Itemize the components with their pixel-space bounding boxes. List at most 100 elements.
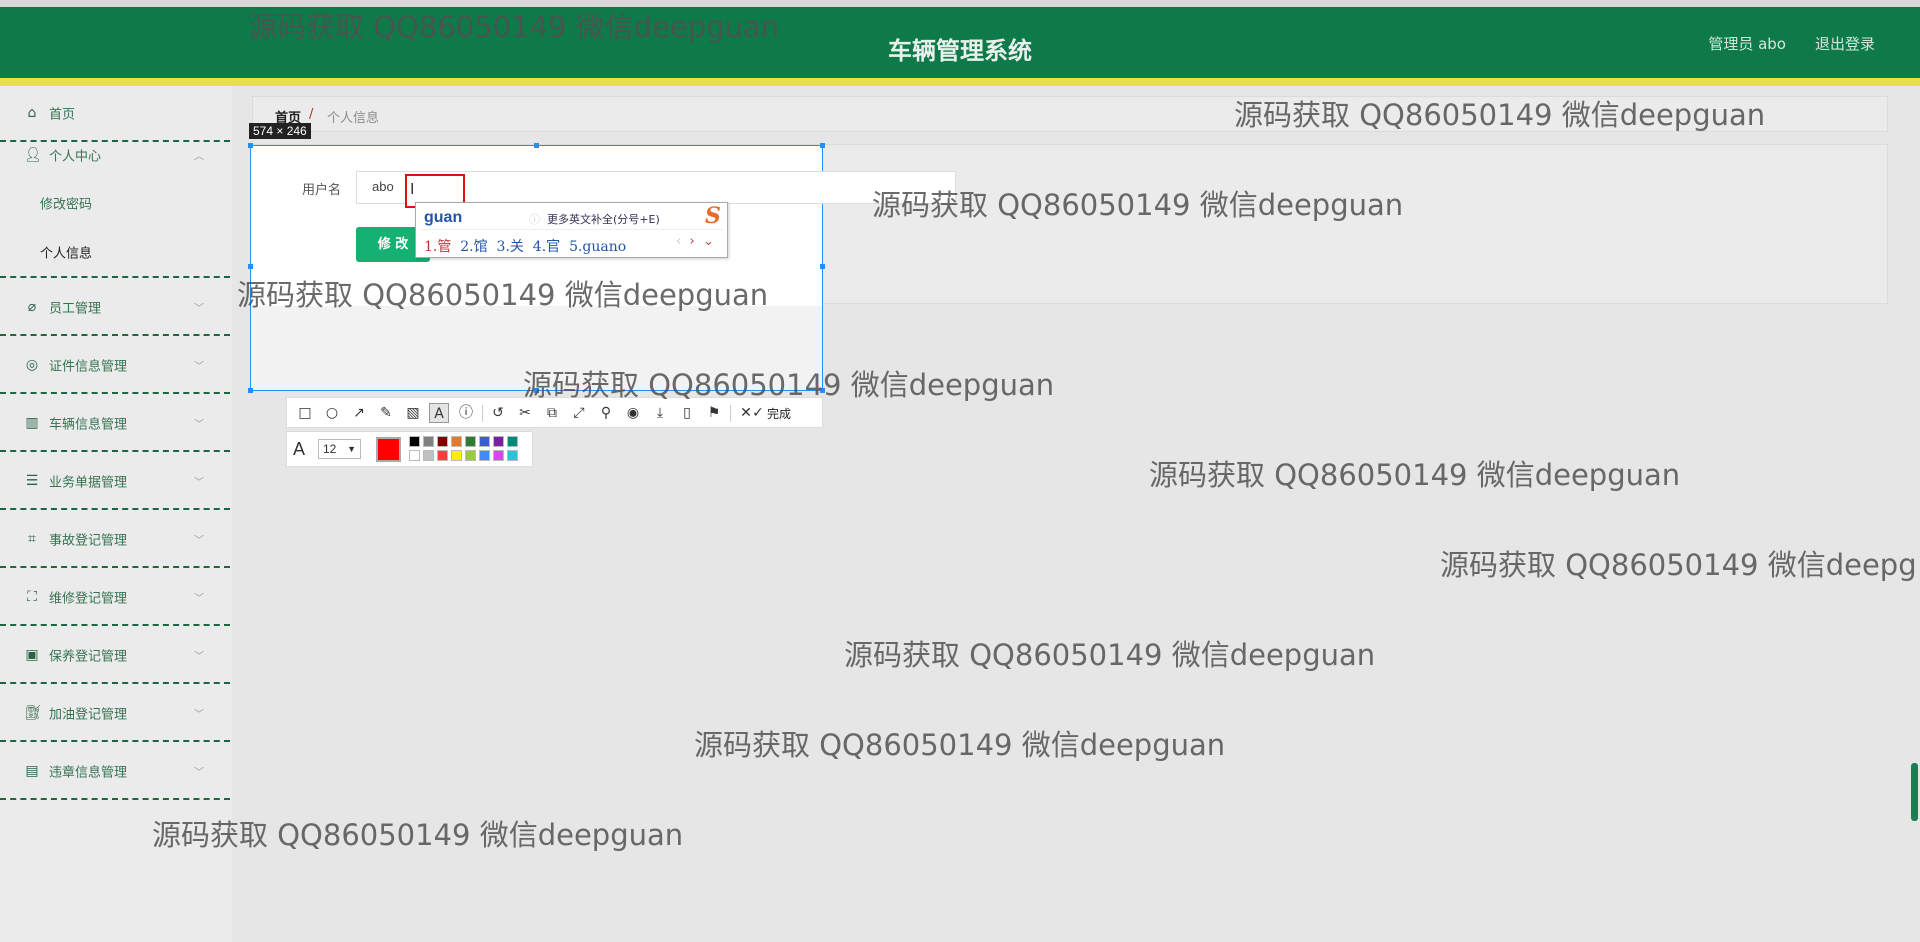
snip-toolbar: □ ○ ↗ ✎ ▧ A ⓘ ↺ ✂ ⧉ ⤢ ⚲ ◉ ⤓ ▯ ⚑ ✕ ✓ 完成: [286, 397, 823, 428]
breadcrumb: 首页 / 个人信息: [252, 96, 1888, 132]
save-icon[interactable]: ⤓: [650, 403, 670, 423]
color-swatch[interactable]: [479, 450, 490, 461]
done-button[interactable]: 完成: [767, 405, 791, 422]
list-icon: ☰: [25, 473, 39, 489]
expand-candidates-icon[interactable]: ⌄: [703, 234, 714, 249]
resize-handle-b[interactable]: [534, 388, 539, 393]
color-swatch[interactable]: [451, 450, 462, 461]
font-size-select[interactable]: 12 ▼: [318, 439, 361, 459]
record-icon[interactable]: ◉: [623, 403, 643, 423]
ime-candidate[interactable]: 5.guano: [569, 239, 626, 255]
color-swatch[interactable]: [451, 436, 462, 447]
ime-candidates: 1.管 2.馆 3.关 4.官 5.guano: [424, 236, 626, 256]
ime-candidate[interactable]: 3.关: [497, 239, 524, 255]
color-swatch[interactable]: [409, 436, 420, 447]
report-icon: ▤: [25, 763, 39, 779]
info-icon: ⓘ: [529, 214, 540, 226]
arrow-tool-icon[interactable]: ↗: [349, 403, 369, 423]
chevron-up-icon: ︿: [194, 151, 204, 163]
sidebar-item-documents[interactable]: ☰ 业务单据管理 ﹀: [0, 454, 230, 510]
sidebar-subitem-personal-info[interactable]: 个人信息: [0, 228, 230, 278]
username-label: 用户名: [302, 183, 342, 198]
sidebar-item-maintenance[interactable]: ▣ 保养登记管理 ﹀: [0, 628, 230, 684]
resize-handle-t[interactable]: [534, 143, 539, 148]
undo-icon[interactable]: ↺: [488, 403, 508, 423]
check-icon: ✓: [752, 405, 764, 421]
toolbar-separator: [730, 405, 731, 422]
resize-handle-br[interactable]: [820, 388, 825, 393]
font-size-value: 12: [323, 442, 337, 456]
sidebar-item-fuel[interactable]: ⛽︎ 加油登记管理 ﹀: [0, 686, 230, 742]
sidebar-item-repairs[interactable]: ⛶ 维修登记管理 ﹀: [0, 570, 230, 626]
color-swatch[interactable]: [465, 436, 476, 447]
sidebar-item-accidents[interactable]: ⌗ 事故登记管理 ﹀: [0, 512, 230, 568]
pen-tool-icon[interactable]: ✎: [376, 403, 396, 423]
app-title: 车辆管理系统: [888, 37, 1032, 65]
sidebar-item-label: 首页: [49, 107, 76, 123]
color-swatch[interactable]: [507, 450, 518, 461]
pin-icon[interactable]: ⚲: [596, 403, 616, 423]
color-swatch[interactable]: [437, 450, 448, 461]
ime-candidate[interactable]: 4.官: [533, 239, 560, 255]
ellipse-tool-icon[interactable]: ○: [322, 403, 342, 423]
bookmark-icon[interactable]: ⚑: [704, 403, 724, 423]
color-swatch[interactable]: [479, 436, 490, 447]
color-swatch[interactable]: [409, 450, 420, 461]
next-page-icon[interactable]: ›: [689, 234, 694, 249]
sidebar-item-label: 个人中心: [49, 149, 102, 165]
scrollbar-thumb[interactable]: [1911, 763, 1918, 821]
color-swatch[interactable]: [437, 436, 448, 447]
color-swatch[interactable]: [507, 436, 518, 447]
chevron-down-icon: ﹀: [194, 709, 204, 721]
font-icon: A: [293, 439, 306, 459]
sidebar-subitem-change-password[interactable]: 修改密码: [0, 178, 230, 228]
sidebar-item-label: 修改密码: [40, 197, 93, 213]
mosaic-tool-icon[interactable]: ▧: [403, 403, 423, 423]
color-swatch[interactable]: [423, 436, 434, 447]
resize-handle-tr[interactable]: [820, 143, 825, 148]
frame-icon: ⛶: [27, 589, 37, 605]
window-top-strip: [0, 0, 1920, 7]
sidebar-item-label: 车辆信息管理: [49, 417, 128, 433]
resize-handle-tl[interactable]: [248, 143, 253, 148]
ime-divider: [420, 229, 723, 230]
color-swatch[interactable]: [465, 450, 476, 461]
sidebar-item-label: 个人信息: [40, 246, 93, 262]
sidebar-item-label: 事故登记管理: [49, 533, 128, 549]
sidebar-item-label: 维修登记管理: [49, 591, 128, 607]
ime-hint[interactable]: 更多英文补全(分号+E): [547, 211, 660, 227]
sidebar-item-certificates[interactable]: ◎ 证件信息管理 ﹀: [0, 338, 230, 394]
number-tool-icon[interactable]: ⓘ: [456, 403, 476, 423]
color-swatch[interactable]: [423, 450, 434, 461]
ocr-icon[interactable]: ⧉: [542, 403, 562, 423]
resize-handle-bl[interactable]: [248, 388, 253, 393]
user-icon: 👤︎: [24, 147, 42, 163]
current-color-swatch[interactable]: [376, 437, 401, 462]
sidebar-item-personal-center[interactable]: 👤︎ 个人中心 ︿: [0, 132, 230, 178]
chevron-down-icon: ﹀: [194, 477, 204, 489]
color-swatch[interactable]: [493, 450, 504, 461]
sidebar-item-label: 员工管理: [49, 301, 102, 317]
ime-candidate[interactable]: 1.管: [424, 239, 451, 255]
prev-page-icon[interactable]: ‹: [676, 234, 681, 249]
sidebar-item-label: 加油登记管理: [49, 707, 128, 723]
chevron-down-icon: ﹀: [194, 361, 204, 373]
device-icon[interactable]: ▯: [677, 403, 697, 423]
ime-candidate[interactable]: 2.馆: [460, 239, 487, 255]
color-swatch[interactable]: [493, 436, 504, 447]
resize-handle-r[interactable]: [820, 264, 825, 269]
sidebar-item-vehicles[interactable]: ▥ 车辆信息管理 ﹀: [0, 396, 230, 452]
sidebar-item-violations[interactable]: ▤ 违章信息管理 ﹀: [0, 744, 230, 800]
current-user-label: 管理员 abo: [1708, 35, 1786, 53]
text-tool-icon[interactable]: A: [429, 403, 449, 423]
sidebar-item-staff[interactable]: ⌀ 员工管理 ﹀: [0, 280, 230, 336]
logout-link[interactable]: 退出登录: [1815, 33, 1875, 54]
rectangle-tool-icon[interactable]: □: [295, 403, 315, 423]
certificate-icon: ◎: [25, 357, 39, 373]
chevron-down-icon: ﹀: [194, 303, 204, 315]
chevron-down-icon: ﹀: [194, 651, 204, 663]
resize-handle-l[interactable]: [248, 264, 253, 269]
scroll-capture-icon[interactable]: ⤢: [569, 403, 589, 423]
scissors-icon[interactable]: ✂: [515, 403, 535, 423]
chevron-down-icon: ﹀: [194, 593, 204, 605]
